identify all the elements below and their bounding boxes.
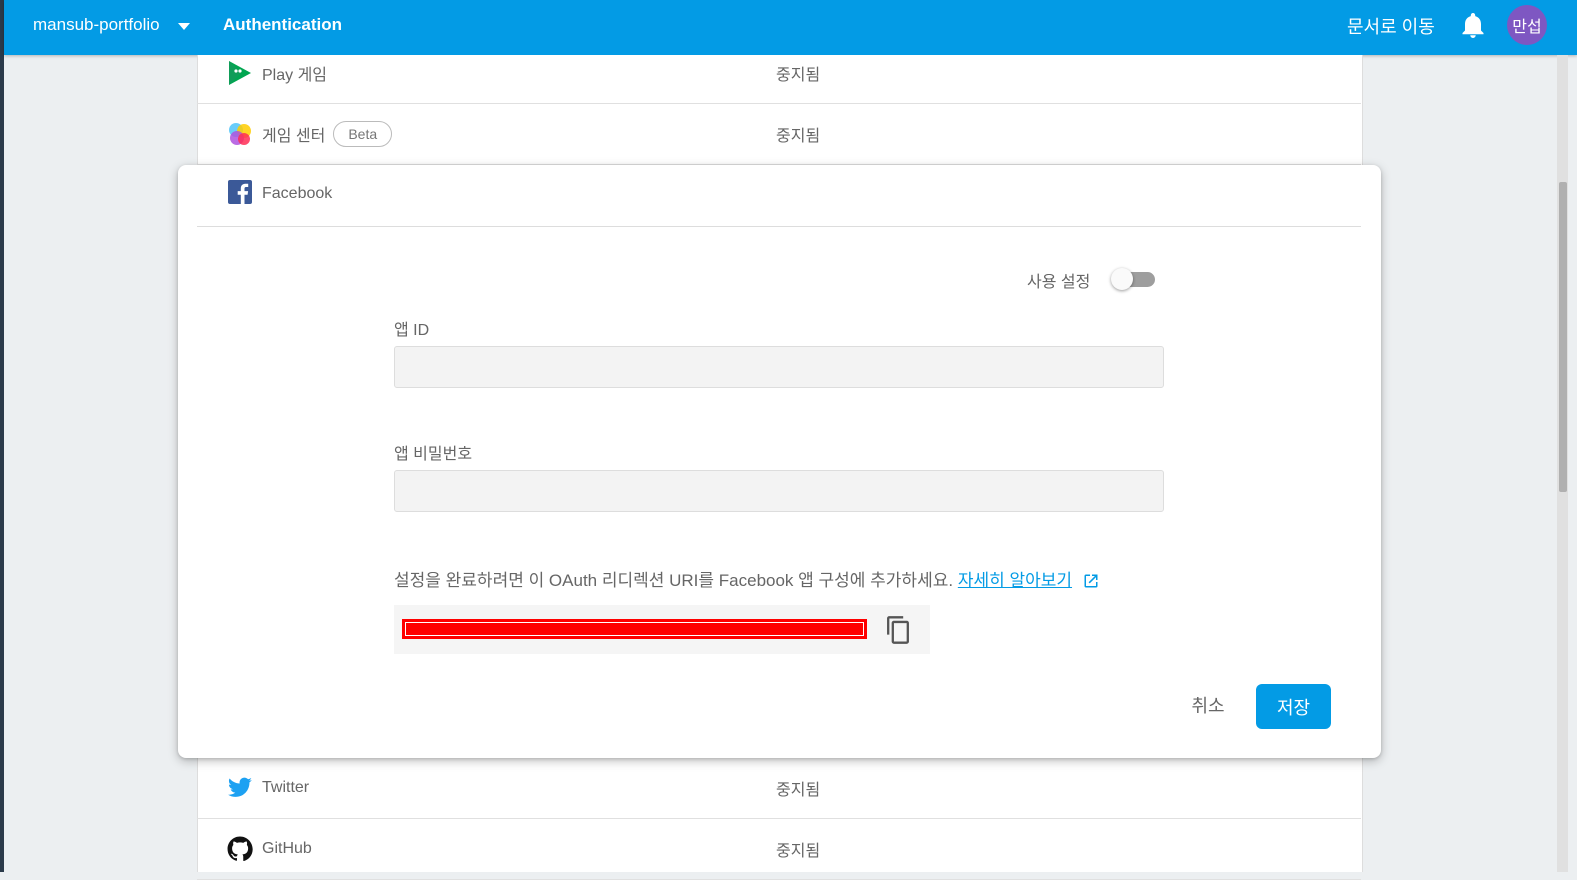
avatar[interactable]: 만섭	[1507, 5, 1547, 45]
chevron-down-icon	[177, 22, 190, 30]
enable-label: 사용 설정	[1027, 274, 1091, 291]
game-center-icon	[229, 123, 251, 145]
redirect-uri-box	[394, 605, 930, 654]
provider-status: 중지됨	[776, 782, 821, 799]
enable-toggle[interactable]	[1111, 268, 1155, 290]
provider-name: 게임 센터 Beta	[262, 121, 393, 147]
facebook-provider-panel: Facebook 사용 설정 앱 ID 앱 비밀번호 설정을 완료하려면 이 O…	[178, 165, 1381, 758]
go-to-docs-link[interactable]: 문서로 이동	[1347, 13, 1435, 39]
provider-row-github[interactable]: GitHub 중지됨	[197, 819, 1361, 880]
provider-row-play-games[interactable]: Play 게임 중지됨	[197, 43, 1361, 104]
provider-row-twitter[interactable]: Twitter 중지됨	[197, 758, 1361, 819]
play-games-icon	[229, 61, 251, 85]
learn-more-link[interactable]: 자세히 알아보기	[958, 571, 1072, 590]
provider-status: 중지됨	[776, 128, 821, 145]
provider-row-game-center[interactable]: 게임 센터 Beta 중지됨	[197, 104, 1361, 165]
redirect-uri-instructions: 설정을 완료하려면 이 OAuth 리디렉션 URI를 Facebook 앱 구…	[394, 566, 1099, 591]
toggle-knob	[1111, 268, 1133, 290]
project-name: mansub-portfolio	[33, 15, 160, 34]
open-in-new-icon[interactable]	[1083, 573, 1099, 589]
app-id-input[interactable]	[394, 346, 1164, 388]
instructions-text: 설정을 완료하려면 이 OAuth 리디렉션 URI를 Facebook 앱 구…	[394, 571, 954, 590]
twitter-icon	[228, 777, 252, 797]
project-selector[interactable]: mansub-portfolio	[33, 15, 190, 35]
panel-divider	[197, 226, 1361, 227]
app-secret-input[interactable]	[394, 470, 1164, 512]
facebook-icon	[228, 180, 252, 204]
github-icon	[227, 836, 253, 862]
beta-badge: Beta	[333, 121, 393, 147]
facebook-panel-header[interactable]: Facebook	[178, 165, 1381, 226]
notifications-bell-icon[interactable]	[1461, 13, 1485, 39]
provider-name: Facebook	[262, 185, 333, 202]
cancel-button[interactable]: 취소	[1176, 685, 1240, 725]
provider-status: 중지됨	[776, 843, 821, 860]
provider-status: 중지됨	[776, 67, 821, 84]
page-title: Authentication	[223, 15, 342, 34]
provider-name: GitHub	[262, 840, 312, 857]
redirect-uri-redacted	[402, 619, 867, 639]
left-edge-strip	[0, 0, 4, 872]
page-scrollbar-thumb[interactable]	[1559, 182, 1567, 492]
copy-icon[interactable]	[884, 615, 912, 645]
app-id-label: 앱 ID	[394, 322, 430, 339]
app-secret-label: 앱 비밀번호	[394, 446, 473, 463]
provider-name: Play 게임	[262, 67, 328, 84]
save-button[interactable]: 저장	[1256, 684, 1331, 729]
provider-name: Twitter	[262, 779, 310, 796]
